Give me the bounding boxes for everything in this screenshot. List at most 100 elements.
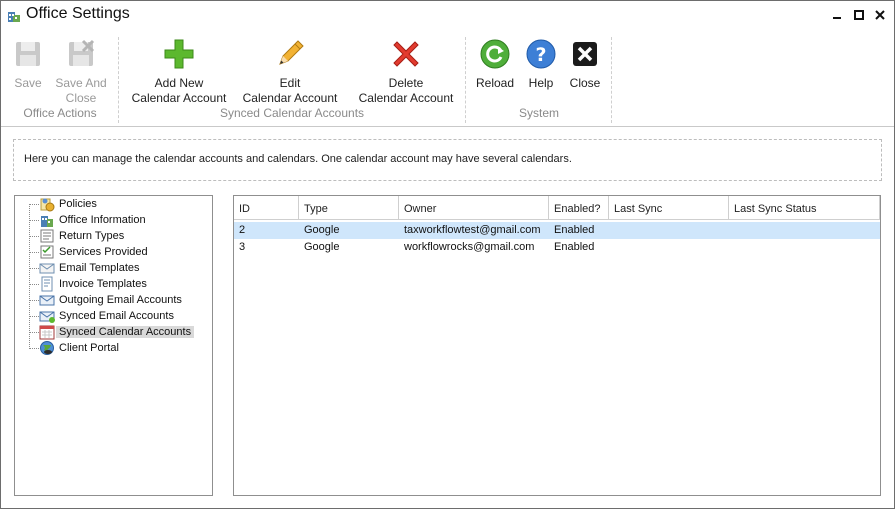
tree-connector (29, 204, 30, 349)
grid-header: ID Type Owner Enabled? Last Sync Last Sy… (234, 196, 880, 220)
tree-item-policies[interactable]: Policies (39, 196, 97, 212)
svg-text:?: ? (535, 44, 546, 66)
floppy-disk-close-icon (69, 39, 95, 66)
tree-connector (29, 268, 39, 269)
help-icon: ? (526, 39, 556, 69)
cell-last-sync-status (729, 222, 734, 239)
tree-item-email-templates[interactable]: Email Templates (39, 260, 140, 276)
tree-connector (29, 332, 39, 333)
tree-connector (29, 252, 39, 253)
tree-connector (29, 236, 39, 237)
add-label-2: Calendar Account (131, 91, 227, 105)
column-header-last-sync[interactable]: Last Sync (609, 196, 729, 220)
ribbon-group-synced-calendar-accounts: Add New Calendar Account Edit Calendar A… (122, 34, 462, 124)
tree-item-label: Invoice Templates (59, 278, 147, 290)
group-label-office-actions: Office Actions (23, 106, 97, 120)
pencil-icon (279, 40, 304, 65)
table-row[interactable]: 2 Google taxworkflowtest@gmail.com Enabl… (234, 222, 880, 239)
tree-item-label: Return Types (59, 230, 125, 242)
cell-last-sync-status (729, 239, 734, 256)
tree-item-label: Synced Email Accounts (59, 310, 174, 322)
tree-connector (29, 348, 39, 349)
tree-item-invoice-templates[interactable]: Invoice Templates (39, 276, 147, 292)
column-header-enabled[interactable]: Enabled? (549, 196, 609, 220)
tree-item-label: Outgoing Email Accounts (59, 294, 182, 306)
office-information-icon (41, 216, 53, 227)
info-panel: Here you can manage the calendar account… (13, 139, 882, 181)
cell-enabled: Enabled (554, 224, 595, 236)
close-icon (573, 42, 597, 66)
tree-item-label: Office Information (59, 214, 146, 226)
delete-label-1: Delete (388, 76, 424, 90)
calendar-icon (39, 325, 55, 340)
column-header-type[interactable]: Type (299, 196, 399, 220)
column-header-last-sync-status[interactable]: Last Sync Status (729, 196, 880, 220)
settings-tree: Policies Office Information Return Types (14, 195, 213, 496)
close-button[interactable]: Close (563, 34, 607, 108)
tree-item-label: Client Portal (59, 342, 119, 354)
save-button[interactable]: Save (7, 34, 49, 108)
tree-connector (29, 316, 39, 317)
ribbon-separator (118, 37, 119, 123)
window-close-button[interactable] (873, 8, 887, 22)
tree-item-label: Policies (59, 198, 97, 210)
tree-item-outgoing-email-accounts[interactable]: Outgoing Email Accounts (39, 292, 182, 308)
help-label: Help (528, 76, 554, 90)
column-header-id[interactable]: ID (234, 196, 299, 220)
cell-enabled: Enabled (554, 241, 595, 253)
calendar-accounts-grid: ID Type Owner Enabled? Last Sync Last Sy… (233, 195, 881, 496)
tree-item-return-types[interactable]: Return Types (39, 228, 124, 244)
globe-icon (40, 341, 54, 355)
tree-item-client-portal[interactable]: Client Portal (39, 340, 119, 356)
column-header-owner[interactable]: Owner (399, 196, 549, 220)
add-calendar-account-button[interactable]: Add New Calendar Account (126, 34, 232, 108)
tree-connector (29, 284, 39, 285)
reload-button[interactable]: Reload (471, 34, 519, 108)
outgoing-email-icon (39, 295, 55, 306)
invoice-template-icon (41, 276, 53, 292)
office-settings-window: Office Settings Save Save And Close Offi… (0, 0, 895, 509)
edit-calendar-account-button[interactable]: Edit Calendar Account (237, 34, 343, 108)
close-label: Close (569, 76, 601, 90)
tree-connector (29, 204, 39, 205)
cell-last-sync (609, 239, 614, 256)
ribbon-group-system: Reload ? Help Close System (469, 34, 609, 124)
tree-item-label: Services Provided (59, 246, 148, 258)
floppy-disk-icon (16, 42, 40, 66)
ribbon-toolbar: Save Save And Close Office Actions Add N… (1, 31, 894, 127)
title-bar: Office Settings (1, 1, 894, 31)
maximize-icon (854, 10, 864, 20)
tree-item-services-provided[interactable]: Services Provided (39, 244, 148, 260)
close-x-icon (875, 10, 885, 20)
save-and-close-button[interactable]: Save And Close (53, 34, 109, 108)
save-and-close-label-1: Save And (55, 76, 107, 90)
return-types-icon (40, 229, 54, 243)
info-text: Here you can manage the calendar account… (24, 153, 572, 165)
maximize-button[interactable] (852, 8, 866, 22)
table-row[interactable]: 3 Google workflowrocks@gmail.com Enabled (234, 239, 880, 256)
save-label: Save (14, 76, 42, 90)
group-label-system: System (518, 106, 559, 120)
group-label-synced-calendar-accounts: Synced Calendar Accounts (219, 106, 365, 120)
help-button[interactable]: ? Help (521, 34, 561, 108)
add-label-1: Add New (154, 76, 204, 90)
tree-connector (29, 300, 39, 301)
tree-item-label: Synced Calendar Accounts (56, 326, 195, 338)
tree-item-office-information[interactable]: Office Information (39, 212, 146, 228)
office-building-icon (8, 12, 20, 22)
synced-email-icon (39, 311, 55, 323)
services-icon (40, 245, 54, 259)
cell-owner: workflowrocks@gmail.com (404, 241, 535, 253)
green-plus-icon (164, 39, 194, 69)
cell-id: 3 (239, 241, 246, 253)
minimize-button[interactable] (830, 8, 844, 22)
cell-owner: taxworkflowtest@gmail.com (404, 224, 541, 236)
window-title: Office Settings (26, 5, 130, 22)
tree-item-synced-calendar-accounts[interactable]: Synced Calendar Accounts (39, 324, 195, 340)
delete-label-2: Calendar Account (358, 91, 454, 105)
ribbon-separator (465, 37, 466, 123)
reload-label: Reload (475, 76, 515, 90)
tree-item-synced-email-accounts[interactable]: Synced Email Accounts (39, 308, 174, 324)
cell-type: Google (304, 241, 340, 253)
delete-calendar-account-button[interactable]: Delete Calendar Account (354, 34, 458, 108)
